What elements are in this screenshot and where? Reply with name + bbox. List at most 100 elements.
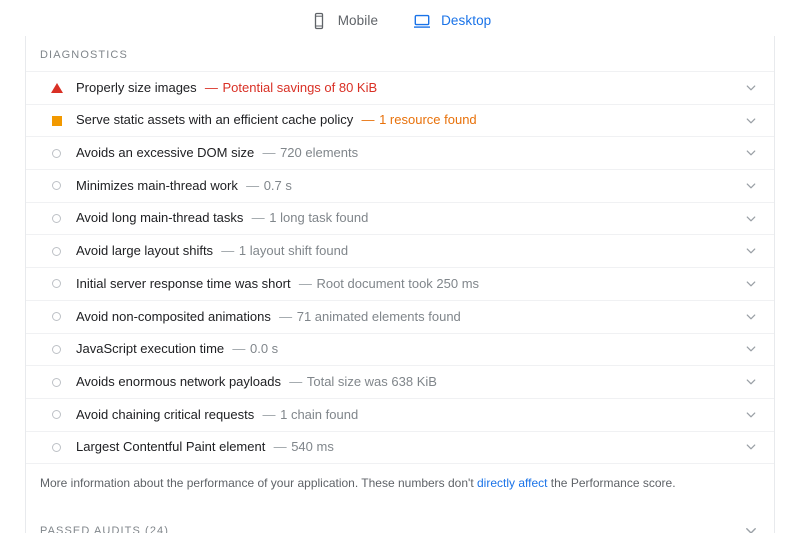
audit-text: Avoid large layout shifts — 1 layout shi… xyxy=(76,244,734,258)
audit-text: Serve static assets with an efficient ca… xyxy=(76,113,734,127)
audit-title: Initial server response time was short xyxy=(76,276,291,291)
audit-value: 1 chain found xyxy=(280,407,359,422)
audit-row[interactable]: Avoids an excessive DOM size — 720 eleme… xyxy=(26,137,774,171)
chevron-down-icon[interactable] xyxy=(742,406,760,424)
audit-text: Initial server response time was short —… xyxy=(76,277,734,291)
audit-title: Avoid large layout shifts xyxy=(76,244,214,259)
audit-title: Serve static assets with an efficient ca… xyxy=(76,113,354,128)
chevron-down-icon[interactable] xyxy=(742,112,760,130)
audit-title: Avoids an excessive DOM size xyxy=(76,146,255,161)
circle-icon xyxy=(50,147,63,160)
audit-text: Largest Contentful Paint element — 540 m… xyxy=(76,440,734,454)
audit-separator: — xyxy=(232,342,246,357)
audit-separator: — xyxy=(361,113,375,128)
audit-row[interactable]: Avoids enormous network payloads — Total… xyxy=(26,366,774,399)
audit-separator: — xyxy=(273,440,287,455)
audit-text: JavaScript execution time — 0.0 s xyxy=(76,342,734,356)
audit-separator: — xyxy=(262,407,276,422)
audit-title: Avoid long main-thread tasks xyxy=(76,211,244,226)
audit-separator: — xyxy=(279,309,293,324)
audit-text: Avoid long main-thread tasks — 1 long ta… xyxy=(76,211,734,225)
audit-row[interactable]: Avoid large layout shifts — 1 layout shi… xyxy=(26,235,774,269)
directly-affect-link[interactable]: directly affect xyxy=(477,476,547,490)
diagnostics-footnote: More information about the performance o… xyxy=(26,464,774,504)
audit-row[interactable]: JavaScript execution time — 0.0 s xyxy=(26,334,774,367)
tab-desktop[interactable]: Desktop xyxy=(409,0,495,40)
audit-row[interactable]: Serve static assets with an efficient ca… xyxy=(26,105,774,138)
audit-text: Avoid chaining critical requests — 1 cha… xyxy=(76,408,734,422)
square-warning-icon xyxy=(50,114,63,127)
triangle-warning-icon xyxy=(50,81,63,94)
audit-separator: — xyxy=(289,374,303,389)
circle-icon xyxy=(50,408,63,421)
audit-value: 0.7 s xyxy=(263,178,292,193)
audit-separator: — xyxy=(251,211,265,226)
footnote-text-after: the Performance score. xyxy=(547,476,676,491)
circle-icon xyxy=(50,441,63,454)
circle-icon xyxy=(50,310,63,323)
audit-title: JavaScript execution time xyxy=(76,342,225,357)
chevron-down-icon[interactable] xyxy=(742,79,760,97)
chevron-down-icon[interactable] xyxy=(742,275,760,293)
tab-desktop-label: Desktop xyxy=(441,13,492,29)
audit-value: 1 layout shift found xyxy=(238,244,349,259)
passed-audits-title: PASSED AUDITS (24) xyxy=(40,524,170,533)
audit-separator: — xyxy=(204,80,218,95)
audit-separator: — xyxy=(246,178,260,193)
diagnostics-card: DIAGNOSTICS Properly size images — Poten… xyxy=(25,36,775,505)
audit-text: Avoid non-composited animations — 71 ani… xyxy=(76,310,734,324)
circle-icon xyxy=(50,277,63,290)
audit-text: Minimizes main-thread work — 0.7 s xyxy=(76,179,734,193)
chevron-down-icon[interactable] xyxy=(742,177,760,195)
audit-title: Avoids enormous network payloads xyxy=(76,374,281,389)
audit-separator: — xyxy=(221,244,235,259)
audit-value: 1 resource found xyxy=(379,113,477,128)
circle-icon xyxy=(50,179,63,192)
chevron-down-icon[interactable] xyxy=(742,210,760,228)
chevron-down-icon[interactable] xyxy=(742,144,760,162)
audit-separator: — xyxy=(262,146,276,161)
chevron-down-icon[interactable] xyxy=(742,242,760,260)
audit-title: Avoid chaining critical requests xyxy=(76,407,255,422)
phone-icon xyxy=(309,11,329,31)
circle-icon xyxy=(50,376,63,389)
audit-value: 720 elements xyxy=(280,146,359,161)
chevron-down-icon[interactable] xyxy=(742,438,760,456)
audit-value: Root document took 250 ms xyxy=(316,276,480,291)
audit-row[interactable]: Minimizes main-thread work — 0.7 s xyxy=(26,170,774,203)
circle-icon xyxy=(50,343,63,356)
audit-row[interactable]: Avoid chaining critical requests — 1 cha… xyxy=(26,399,774,432)
chevron-down-icon[interactable] xyxy=(742,340,760,358)
audit-value: Total size was 638 KiB xyxy=(306,374,437,389)
audit-row[interactable]: Avoid long main-thread tasks — 1 long ta… xyxy=(26,203,774,236)
audit-value: 540 ms xyxy=(291,440,334,455)
audit-title: Largest Contentful Paint element xyxy=(76,440,266,455)
chevron-down-icon[interactable] xyxy=(742,373,760,391)
audit-text: Avoids an excessive DOM size — 720 eleme… xyxy=(76,146,734,160)
audit-row[interactable]: Avoid non-composited animations — 71 ani… xyxy=(26,301,774,334)
audit-text: Properly size images — Potential savings… xyxy=(76,81,734,95)
circle-icon xyxy=(50,212,63,225)
audit-separator: — xyxy=(298,276,312,291)
audit-row[interactable]: Largest Contentful Paint element — 540 m… xyxy=(26,432,774,465)
passed-audits-section[interactable]: PASSED AUDITS (24) xyxy=(25,500,775,533)
audit-row[interactable]: Properly size images — Potential savings… xyxy=(26,72,774,105)
diagnostics-audit-list: Properly size images — Potential savings… xyxy=(26,71,774,465)
chevron-down-icon[interactable] xyxy=(742,308,760,326)
audit-value: 1 long task found xyxy=(269,211,369,226)
diagnostics-section-title: DIAGNOSTICS xyxy=(40,49,128,61)
audit-title: Avoid non-composited animations xyxy=(76,309,271,324)
audit-value: 0.0 s xyxy=(249,342,279,357)
circle-icon xyxy=(50,245,63,258)
audit-value: 71 animated elements found xyxy=(296,309,461,324)
tab-mobile-label: Mobile xyxy=(337,13,379,29)
audit-value: Potential savings of 80 KiB xyxy=(222,80,378,95)
audit-text: Avoids enormous network payloads — Total… xyxy=(76,375,734,389)
audit-title: Minimizes main-thread work xyxy=(76,178,238,193)
chevron-down-icon[interactable] xyxy=(742,522,760,533)
laptop-icon xyxy=(412,11,432,31)
footnote-text-before: More information about the performance o… xyxy=(40,476,477,491)
audit-title: Properly size images xyxy=(76,80,197,95)
tab-mobile[interactable]: Mobile xyxy=(309,0,378,40)
audit-row[interactable]: Initial server response time was short —… xyxy=(26,268,774,301)
